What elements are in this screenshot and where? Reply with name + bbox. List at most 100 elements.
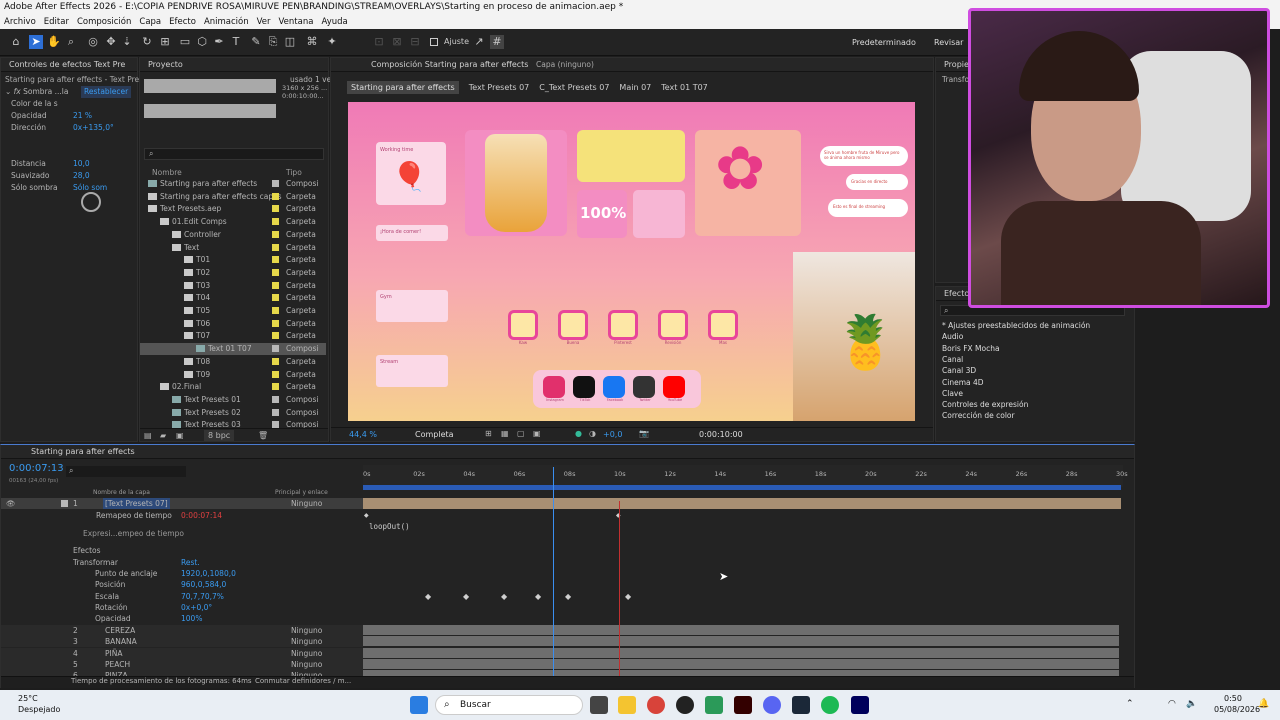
preset-category[interactable]: Boris FX Mocha (942, 343, 1000, 355)
preset-category[interactable]: Controles de expresión (942, 399, 1028, 411)
project-item[interactable]: T07 Carpeta (140, 330, 326, 342)
layer-name[interactable]: PIÑA (105, 648, 122, 659)
start-icon[interactable] (410, 696, 428, 714)
reset-button[interactable]: Restablecer (81, 86, 132, 98)
brush-tool-icon[interactable]: ✎ (249, 35, 263, 49)
tray-chevron-icon[interactable]: ⌃ (1126, 699, 1134, 709)
effect-prop-row[interactable]: Distancia 10,0 (11, 158, 90, 170)
layer-bar[interactable] (363, 636, 1119, 647)
workspace-default[interactable]: Predeterminado (852, 38, 916, 47)
project-item[interactable]: Text Presets 02 Composi (140, 407, 326, 419)
project-item[interactable]: Controller Carpeta (140, 229, 326, 241)
app-icon[interactable] (705, 696, 723, 714)
layer-name[interactable]: [Text Presets 07] (103, 498, 170, 509)
wifi-icon[interactable]: ◠ (1168, 699, 1176, 709)
effect-prop-row[interactable]: Color de la s (11, 98, 73, 110)
effect-prop-value[interactable]: Sólo som (73, 183, 107, 192)
bpc-button[interactable]: 8 bpc (204, 430, 235, 441)
work-area-bar[interactable] (363, 485, 1121, 490)
rectangle-tool-icon[interactable]: ▭ (178, 35, 192, 49)
label-swatch[interactable] (272, 357, 279, 365)
layer-label-color[interactable] (61, 498, 68, 509)
layer-bar-1[interactable] (363, 498, 1121, 509)
taskbar-search[interactable]: ⌕ Buscar (435, 695, 583, 715)
guides-icon[interactable]: ▣ (533, 429, 541, 438)
clock-date[interactable]: 05/08/2026 (1214, 705, 1260, 714)
project-item[interactable]: T09 Carpeta (140, 369, 326, 381)
transform-prop-value[interactable]: 1920,0,1080,0 (181, 568, 236, 580)
label-swatch[interactable] (272, 230, 279, 238)
transform-prop-value[interactable]: 100% (181, 613, 202, 625)
layer-row[interactable]: 5 PEACH Ninguno (1, 658, 363, 670)
composition-tab[interactable]: Composición Starting para after effects (331, 58, 933, 72)
layer-bar[interactable] (363, 658, 1119, 669)
preset-category[interactable]: Audio (942, 331, 963, 343)
zoom-tool-icon[interactable]: ⌕ (64, 35, 78, 49)
file-explorer-icon[interactable] (618, 696, 636, 714)
delete-icon[interactable]: 🗑 (258, 431, 268, 440)
direction-dial[interactable] (81, 192, 101, 212)
new-comp-icon[interactable]: ▣ (176, 431, 184, 440)
layer-parent[interactable]: Ninguno (291, 498, 322, 509)
clock-time[interactable]: 0:50 (1224, 694, 1242, 703)
project-item[interactable]: Text Carpeta (140, 242, 326, 254)
steam-icon[interactable] (792, 696, 810, 714)
layer-parent[interactable]: Ninguno (291, 636, 322, 647)
effect-prop-value[interactable]: 0x+135,0° (73, 123, 114, 132)
effect-prop-value[interactable]: 21 % (73, 111, 92, 120)
new-folder-icon[interactable]: ▰ (160, 431, 166, 440)
layer-tab[interactable]: Capa (ninguno) (536, 59, 594, 71)
preset-category[interactable]: Canal (942, 354, 963, 366)
project-item[interactable]: Text Presets.aep Carpeta (140, 203, 326, 215)
dolly-tool-icon[interactable]: ⇣ (120, 35, 134, 49)
preset-category[interactable]: Canal 3D (942, 365, 976, 377)
timeline-tab[interactable]: Starting para after effects (1, 445, 1134, 459)
menu-item[interactable]: Efecto (165, 15, 200, 29)
channels-icon[interactable]: ● (575, 429, 582, 438)
effect-prop-row[interactable]: Dirección 0x+135,0° (11, 122, 114, 134)
project-item[interactable]: 01.Edit Comps Carpeta (140, 216, 326, 228)
layer-row-1[interactable]: 👁 1 [Text Presets 07] Ninguno (1, 498, 363, 509)
breadcrumb-item[interactable]: Text 01 T07 (661, 83, 708, 92)
weather-text[interactable]: Despejado (18, 705, 60, 714)
label-swatch[interactable] (272, 294, 279, 302)
time-ruler[interactable]: 0s 02s 04s 06s 08s 10s 12s 14s 16s 18s 20s 22s 24s 26… (363, 465, 1128, 487)
puppet-tool-icon[interactable]: ✦ (325, 35, 339, 49)
scale-keyframe[interactable]: ◆ (501, 593, 507, 601)
zoom-value[interactable]: 44,4 % (349, 430, 377, 439)
visibility-icon[interactable]: 👁 (6, 498, 16, 509)
orbit-tool-icon[interactable]: ◎ (86, 35, 100, 49)
selection-tool-icon[interactable]: ➤ (29, 35, 43, 49)
interpret-icon[interactable]: ▤ (144, 431, 152, 440)
hand-tool-icon[interactable]: ✋ (47, 35, 61, 49)
region-icon[interactable]: ⊞ (485, 429, 492, 438)
reset-exposure-icon[interactable]: ◑ (589, 429, 596, 438)
label-swatch[interactable] (272, 332, 279, 340)
remap-keyframe[interactable]: ◆ (364, 512, 369, 519)
expression-text[interactable]: loopOut() (369, 521, 410, 533)
effect-prop-row[interactable]: Opacidad 21 % (11, 110, 92, 122)
discord-icon[interactable] (763, 696, 781, 714)
github-icon[interactable] (676, 696, 694, 714)
transform-prop-value[interactable]: 70,7,70,7% (181, 591, 224, 603)
workspace-review[interactable]: Revisar (934, 38, 963, 47)
effect-prop-row[interactable]: Suavizado 28,0 (11, 170, 90, 182)
pen-tool-icon[interactable]: ✒ (212, 35, 226, 49)
project-item[interactable]: Starting para after effects Composi (140, 178, 326, 190)
transparency-grid-icon[interactable]: ▦ (501, 429, 509, 438)
breadcrumb-item[interactable]: C_Text Presets 07 (539, 83, 609, 92)
comp-canvas[interactable]: Working time 🎈 ¡Hora de comer! Gym Stream… (348, 102, 915, 421)
menu-item[interactable]: Capa (135, 15, 165, 29)
label-swatch[interactable] (272, 319, 279, 327)
pan-tool-icon[interactable]: ✥ (104, 35, 118, 49)
label-swatch[interactable] (272, 180, 279, 187)
project-item[interactable]: Text 01 T07 Composi (140, 343, 326, 356)
effect-prop-value[interactable]: 28,0 (73, 171, 90, 180)
breadcrumb-item[interactable]: Main 07 (619, 83, 651, 92)
resolution-select[interactable]: Completa (415, 430, 454, 439)
label-swatch[interactable] (272, 243, 279, 251)
layer-bar[interactable] (363, 647, 1119, 658)
clone-tool-icon[interactable]: ⎘ (266, 35, 280, 49)
label-swatch[interactable] (272, 395, 279, 403)
scale-keyframe[interactable]: ◆ (463, 593, 469, 601)
